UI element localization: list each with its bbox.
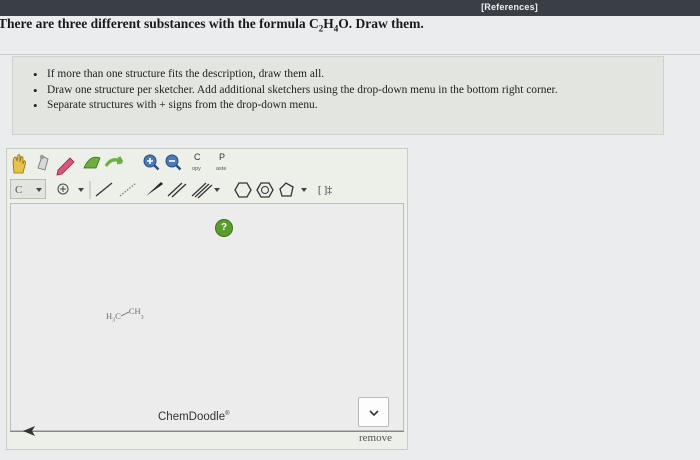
- hand-icon[interactable]: [12, 154, 26, 174]
- cyclohexane-icon[interactable]: [234, 182, 252, 198]
- references-link[interactable]: [References]: [481, 2, 538, 12]
- charge-icon[interactable]: [57, 183, 69, 195]
- molecule-structure: H3C CH3: [106, 306, 144, 324]
- copy-button[interactable]: C opy: [192, 152, 201, 172]
- canvas-bottom-border: [10, 431, 404, 432]
- chevron-down-icon: [214, 188, 220, 192]
- single-bond-icon[interactable]: [95, 182, 113, 197]
- triple-bond-icon[interactable]: [191, 182, 213, 199]
- zoom-out-icon[interactable]: [165, 154, 182, 171]
- toolbar-row-2: C [ ]‡: [15, 181, 332, 199]
- chevron-down-icon: [36, 188, 42, 192]
- cursor-arrow-icon: [23, 426, 35, 436]
- paste-button[interactable]: P aste: [216, 152, 226, 172]
- cyclopentane-icon[interactable]: [279, 182, 294, 197]
- double-bond-icon[interactable]: [167, 182, 187, 198]
- zoom-in-icon[interactable]: [143, 154, 160, 171]
- svg-text:aste: aste: [216, 166, 226, 172]
- svg-text:P: P: [219, 152, 225, 162]
- sketcher-dropdown[interactable]: [358, 397, 389, 427]
- pencil-icon[interactable]: [56, 157, 75, 176]
- chemdoodle-logo: ChemDoodle®: [158, 411, 230, 423]
- instruction-item: Separate structures with + signs from th…: [33, 98, 663, 114]
- remove-link[interactable]: remove: [359, 432, 392, 444]
- eraser-icon[interactable]: [83, 156, 101, 169]
- toolbar-row-1: C opy P aste: [12, 152, 226, 176]
- chevron-down-icon: [301, 188, 307, 192]
- wedge-bond-icon[interactable]: [146, 182, 163, 196]
- benzene-icon[interactable]: [256, 182, 274, 198]
- charge-bracket-icon[interactable]: [ ]‡: [318, 185, 332, 196]
- chevron-down-icon: [78, 188, 84, 192]
- element-label: C: [15, 184, 22, 196]
- dashed-bond-icon[interactable]: [119, 182, 137, 197]
- undo-icon[interactable]: [104, 156, 124, 167]
- instruction-item: If more than one structure fits the desc…: [33, 67, 663, 83]
- drawing-canvas[interactable]: [10, 203, 404, 431]
- help-button[interactable]: ?: [215, 219, 233, 237]
- lasso-icon[interactable]: [37, 154, 49, 171]
- top-bar: [References]: [0, 0, 700, 16]
- instructions-box: If more than one structure fits the desc…: [12, 56, 664, 135]
- chevron-down-icon: [369, 410, 379, 417]
- svg-text:C: C: [194, 152, 201, 162]
- instruction-item: Draw one structure per sketcher. Add add…: [33, 83, 663, 99]
- divider: [0, 54, 700, 55]
- bond-line: [120, 311, 129, 317]
- svg-text:opy: opy: [192, 166, 201, 172]
- question-text: There are three different substances wit…: [0, 16, 424, 34]
